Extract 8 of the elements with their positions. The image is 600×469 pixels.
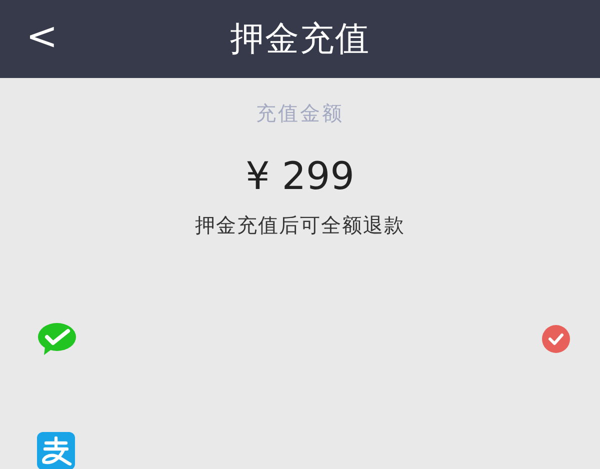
check-icon[interactable] xyxy=(542,325,570,353)
chat-bubble-check-icon xyxy=(37,322,77,356)
alipay-logo-icon xyxy=(37,432,75,469)
page-title: 押金充值 xyxy=(230,18,370,61)
refund-note: 押金充值后可全额退款 xyxy=(195,212,405,239)
amount-label: 充值金额 xyxy=(256,100,344,127)
back-button[interactable]: < xyxy=(22,14,62,58)
amount-value: ¥ 299 xyxy=(246,154,354,198)
